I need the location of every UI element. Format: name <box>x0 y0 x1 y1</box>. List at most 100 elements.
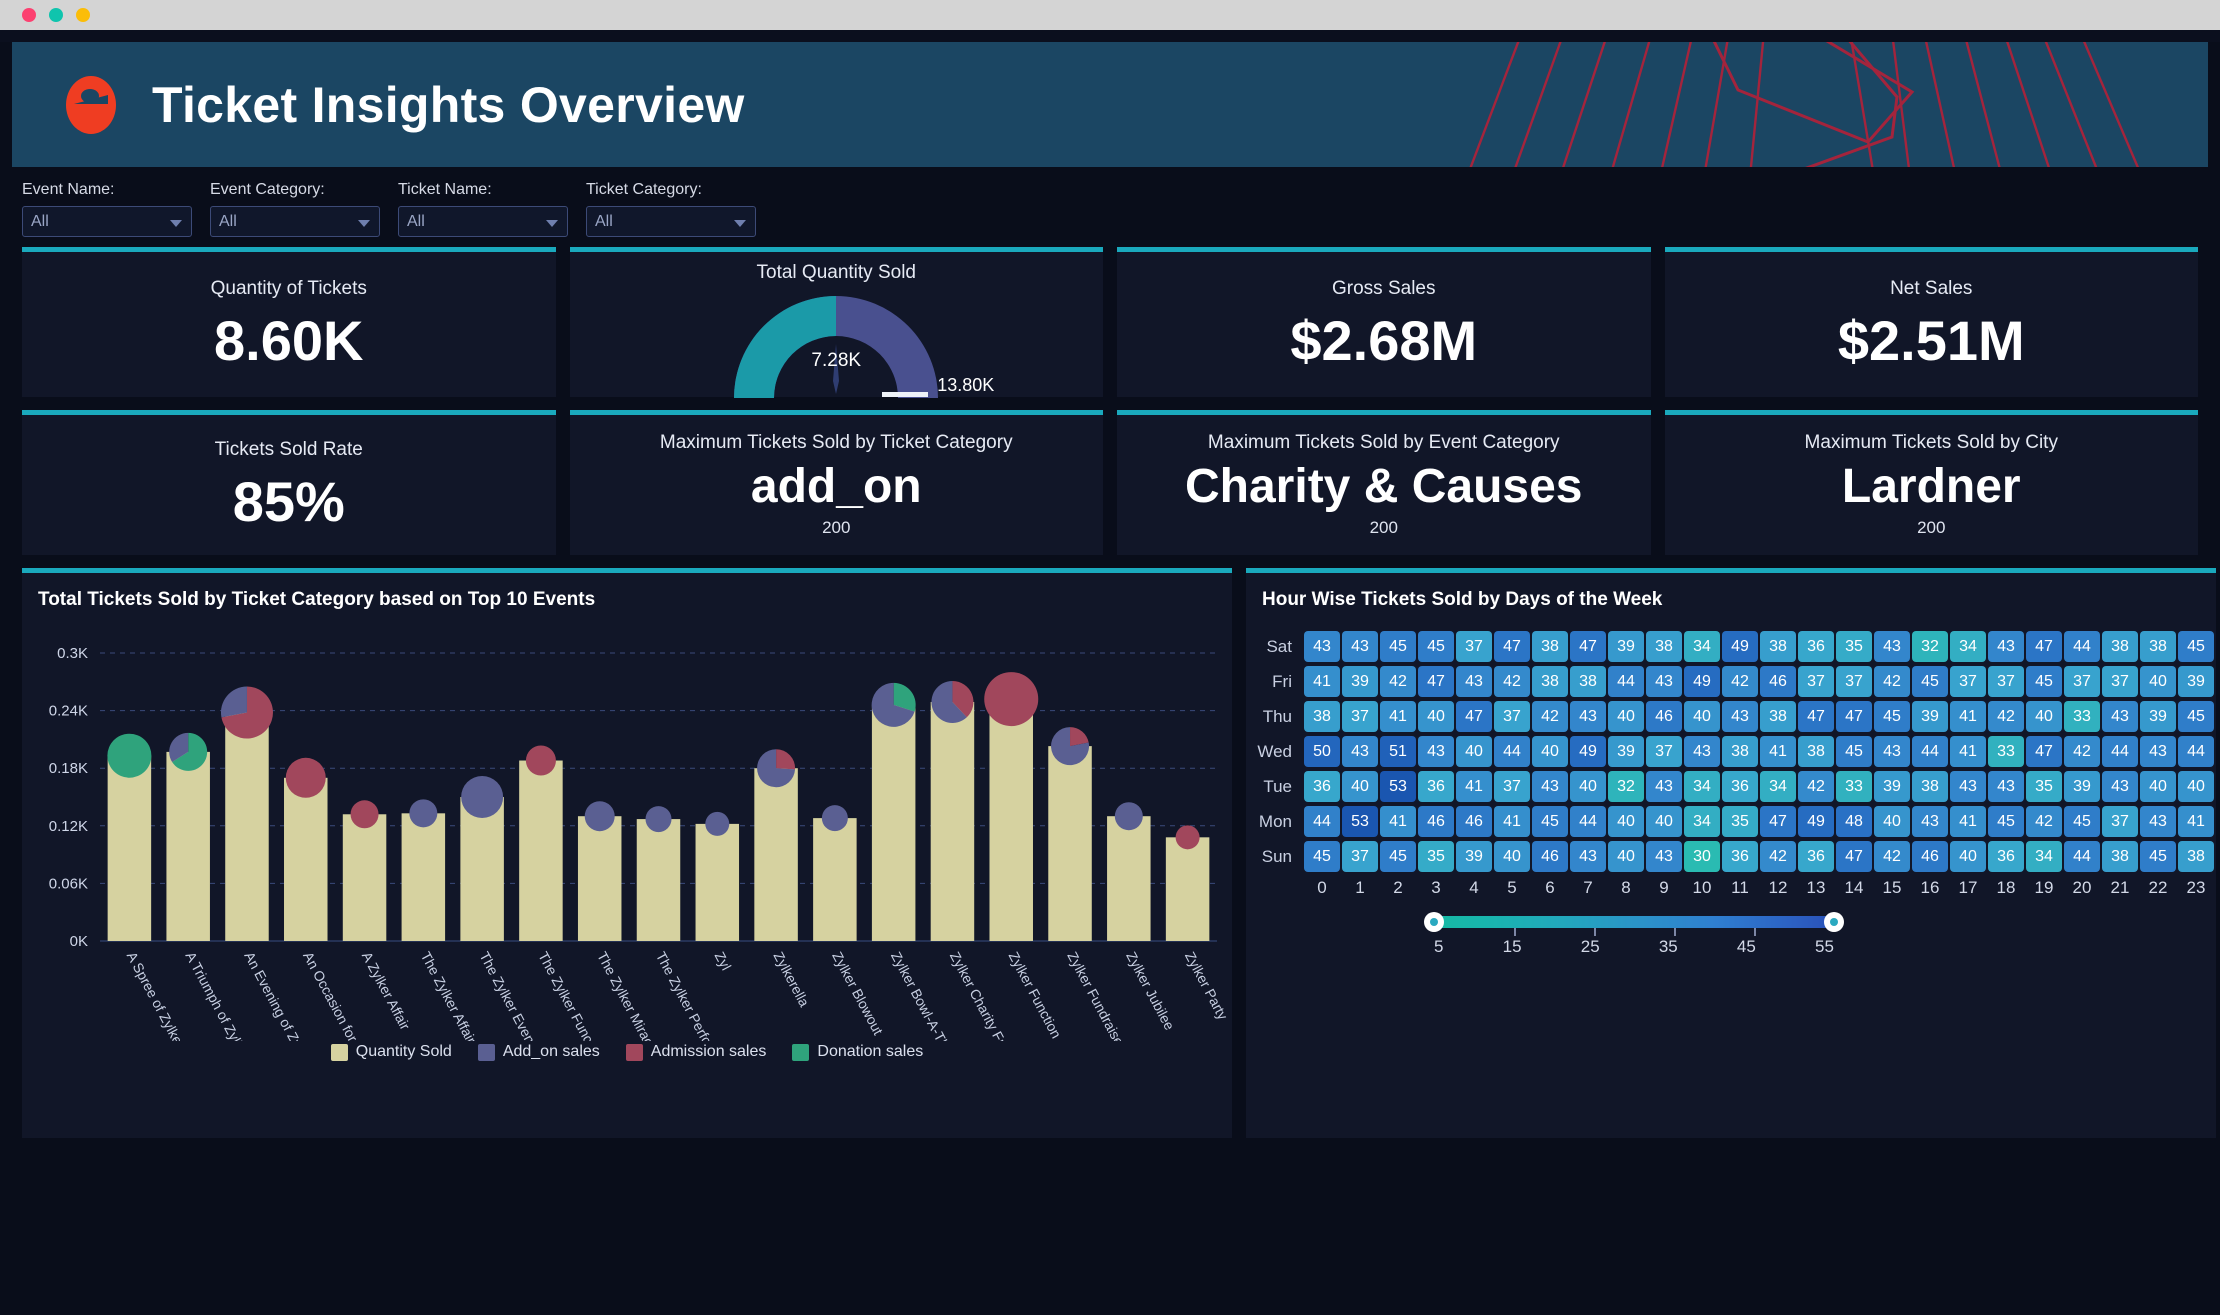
heatmap-cell[interactable]: 42 <box>1494 666 1530 697</box>
heatmap-cell[interactable]: 43 <box>1950 771 1986 802</box>
heatmap-cell[interactable]: 37 <box>1988 666 2024 697</box>
heatmap-cell[interactable]: 38 <box>1532 631 1568 662</box>
heatmap-cell[interactable]: 39 <box>1342 666 1378 697</box>
heatmap-cell[interactable]: 49 <box>1570 736 1606 767</box>
heatmap-cell[interactable]: 36 <box>1418 771 1454 802</box>
ticket-name-select[interactable]: All <box>398 206 568 237</box>
heatmap-cell[interactable]: 43 <box>1988 771 2024 802</box>
heatmap-cell[interactable]: 42 <box>2064 736 2100 767</box>
heatmap-cell[interactable]: 43 <box>2140 806 2176 837</box>
heatmap-cell[interactable]: 43 <box>2140 736 2176 767</box>
heatmap-cell[interactable]: 47 <box>2026 631 2062 662</box>
ticket-category-select[interactable]: All <box>586 206 756 237</box>
heatmap-cell[interactable]: 42 <box>1874 666 1910 697</box>
heatmap-cell[interactable]: 42 <box>1722 666 1758 697</box>
heatmap-cell[interactable]: 47 <box>1760 806 1796 837</box>
heatmap-cell[interactable]: 43 <box>1304 631 1340 662</box>
heatmap-cell[interactable]: 37 <box>1798 666 1834 697</box>
heatmap-cell[interactable]: 43 <box>1646 841 1682 872</box>
heatmap-cell[interactable]: 45 <box>1988 806 2024 837</box>
heatmap-cell[interactable]: 34 <box>1684 806 1720 837</box>
heatmap-cell[interactable]: 34 <box>1684 771 1720 802</box>
heatmap-cell[interactable]: 43 <box>1646 666 1682 697</box>
heatmap-cell[interactable]: 43 <box>1342 736 1378 767</box>
heatmap-cell[interactable]: 46 <box>1760 666 1796 697</box>
kpi-card-tickets-sold-rate[interactable]: Tickets Sold Rate 85% <box>22 410 556 555</box>
heatmap-cell[interactable]: 43 <box>1722 701 1758 732</box>
heatmap-cell[interactable]: 43 <box>1456 666 1492 697</box>
heatmap-cell[interactable]: 36 <box>1798 841 1834 872</box>
heatmap-cell[interactable]: 46 <box>1646 701 1682 732</box>
kpi-card-max-by-city[interactable]: Maximum Tickets Sold by City Lardner 200 <box>1664 410 2198 555</box>
heatmap-cell[interactable]: 47 <box>1418 666 1454 697</box>
heatmap-cell[interactable]: 37 <box>2102 806 2138 837</box>
heatmap-cell[interactable]: 41 <box>1380 701 1416 732</box>
heatmap-cell[interactable]: 36 <box>1722 771 1758 802</box>
heatmap-cell[interactable]: 39 <box>2064 771 2100 802</box>
heatmap-cell[interactable]: 45 <box>1912 666 1948 697</box>
heatmap-cell[interactable]: 45 <box>1304 841 1340 872</box>
heatmap-cell[interactable]: 40 <box>1494 841 1530 872</box>
legend-item[interactable]: Admission sales <box>625 1043 766 1061</box>
heatmap-cell[interactable]: 40 <box>1608 701 1644 732</box>
heatmap-cell[interactable]: 41 <box>2178 806 2214 837</box>
heatmap-cell[interactable]: 42 <box>1532 701 1568 732</box>
heatmap-cell[interactable]: 38 <box>2102 841 2138 872</box>
heatmap-cell[interactable]: 41 <box>1304 666 1340 697</box>
heatmap-cell[interactable]: 47 <box>1456 701 1492 732</box>
heatmap-cell[interactable]: 49 <box>1798 806 1834 837</box>
heatmap-cell[interactable]: 38 <box>1570 666 1606 697</box>
kpi-card-quantity-of-tickets[interactable]: Quantity of Tickets 8.60K <box>22 247 556 397</box>
heatmap-cell[interactable]: 35 <box>1418 841 1454 872</box>
heatmap-cell[interactable]: 42 <box>1380 666 1416 697</box>
heatmap-cell[interactable]: 35 <box>2026 771 2062 802</box>
kpi-card-total-quantity-sold[interactable]: Total Quantity Sold 7.28K 13.80K <box>569 247 1103 398</box>
heatmap-cell[interactable]: 41 <box>1494 806 1530 837</box>
heatmap-cell[interactable]: 32 <box>1912 631 1948 662</box>
heatmap-cell[interactable]: 38 <box>1532 666 1568 697</box>
heatmap-cell[interactable]: 43 <box>1532 771 1568 802</box>
kpi-card-max-by-ticket-category[interactable]: Maximum Tickets Sold by Ticket Category … <box>569 410 1103 555</box>
minimize-window-button[interactable] <box>49 8 63 22</box>
heatmap-cell[interactable]: 45 <box>1532 806 1568 837</box>
scale-min-handle[interactable] <box>1424 912 1444 932</box>
heatmap-cell[interactable]: 41 <box>1950 736 1986 767</box>
heatmap-cell[interactable]: 45 <box>1874 701 1910 732</box>
heatmap-cell[interactable]: 45 <box>2026 666 2062 697</box>
heatmap-cell[interactable]: 42 <box>1760 841 1796 872</box>
heatmap-cell[interactable]: 45 <box>1380 841 1416 872</box>
heatmap-cell[interactable]: 36 <box>1304 771 1340 802</box>
heatmap-cell[interactable]: 37 <box>1342 701 1378 732</box>
heatmap-cell[interactable]: 40 <box>1342 771 1378 802</box>
heatmap-cell[interactable]: 43 <box>2102 771 2138 802</box>
heatmap-chart[interactable]: Sat 43 43 45 45 37 47 38 47 39 38 34 49 38 36 35 43 32 34 4… <box>1246 611 2216 957</box>
heatmap-cell[interactable]: 40 <box>1646 806 1682 837</box>
heatmap-cell[interactable]: 40 <box>1608 841 1644 872</box>
legend-item[interactable]: Donation sales <box>792 1043 923 1061</box>
heatmap-cell[interactable]: 38 <box>1912 771 1948 802</box>
heatmap-cell[interactable]: 41 <box>1456 771 1492 802</box>
heatmap-cell[interactable]: 46 <box>1418 806 1454 837</box>
heatmap-cell[interactable]: 43 <box>1874 631 1910 662</box>
heatmap-cell[interactable]: 45 <box>2140 841 2176 872</box>
heatmap-cell[interactable]: 40 <box>1950 841 1986 872</box>
heatmap-cell[interactable]: 43 <box>1988 631 2024 662</box>
heatmap-cell[interactable]: 46 <box>1912 841 1948 872</box>
heatmap-cell[interactable]: 33 <box>1988 736 2024 767</box>
heatmap-cell[interactable]: 34 <box>1684 631 1720 662</box>
heatmap-cell[interactable]: 43 <box>1874 736 1910 767</box>
heatmap-cell[interactable]: 38 <box>1304 701 1340 732</box>
heatmap-cell[interactable]: 41 <box>1950 701 1986 732</box>
heatmap-cell[interactable]: 49 <box>1684 666 1720 697</box>
heatmap-cell[interactable]: 47 <box>1836 841 1872 872</box>
heatmap-cell[interactable]: 39 <box>2140 701 2176 732</box>
heatmap-cell[interactable]: 41 <box>1380 806 1416 837</box>
heatmap-cell[interactable]: 34 <box>1760 771 1796 802</box>
heatmap-cell[interactable]: 51 <box>1380 736 1416 767</box>
heatmap-cell[interactable]: 43 <box>1570 701 1606 732</box>
heatmap-cell[interactable]: 43 <box>2102 701 2138 732</box>
maximize-window-button[interactable] <box>76 8 90 22</box>
heatmap-cell[interactable]: 49 <box>1722 631 1758 662</box>
scale-max-handle[interactable] <box>1824 912 1844 932</box>
heatmap-cell[interactable]: 40 <box>1874 806 1910 837</box>
